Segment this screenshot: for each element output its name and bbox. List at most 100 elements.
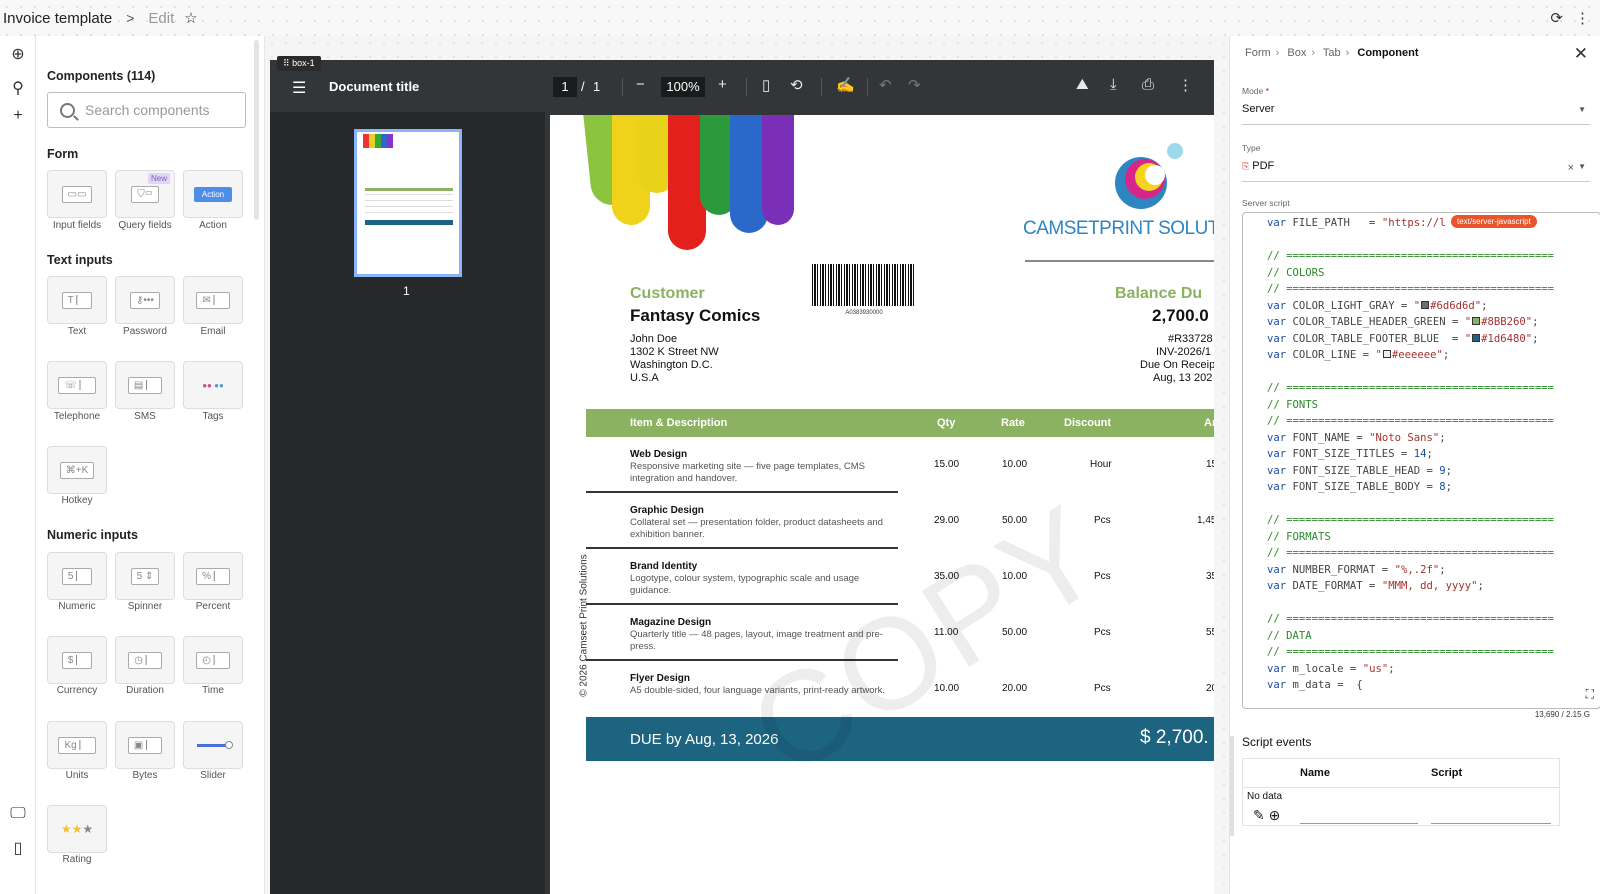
tile-units[interactable]: Kg ⎸ [47,721,107,769]
favorite-star-icon[interactable]: ☆ [184,9,197,27]
undo-icon[interactable]: ↶ [879,76,892,94]
code-token: 8 [1439,481,1446,493]
copyright-vertical: © 2026 Camseet Print Solutions [578,554,590,697]
table-header: Item & Description Qty Rate Discount Amo [586,409,1214,437]
name-input-line[interactable] [1300,823,1418,824]
plus-icon[interactable]: + [8,106,28,126]
balance-value: 2,700.0 [1152,306,1209,325]
item-desc: Responsive marketing site — five page te… [630,461,865,484]
code-token: FONT_SIZE_TABLE_HEAD = [1286,464,1440,477]
panel-scrollbar[interactable] [1230,736,1234,836]
fullscreen-icon[interactable]: ⛶ [1586,687,1594,702]
annotate-icon[interactable]: ✍ [836,76,855,94]
redo-icon[interactable]: ↷ [908,76,921,94]
thumbnail-pane: 1 [270,112,545,894]
search-placeholder: Search components [85,102,210,118]
desktop-icon[interactable]: 🖵 [8,804,28,824]
search-icon [60,102,75,118]
mode-value: Server [1242,103,1275,115]
item-discount: Hour [1090,459,1112,470]
search-icon[interactable]: ⚲ [8,78,28,98]
more-vertical-icon[interactable]: ⋮ [1575,9,1590,27]
code-comment: // =====================================… [1267,250,1555,262]
box-tag[interactable]: ⠿ box-1 [277,56,321,71]
tile-sms[interactable]: ▤ ⎸ [115,361,175,409]
close-icon[interactable]: ✕ [1574,44,1588,64]
item-desc: Collateral set — presentation folder, pr… [630,517,883,540]
tile-slider[interactable] [183,721,243,769]
address-line: John Doe [630,333,678,345]
type-select[interactable]: ⎘ PDF × ▼ [1242,160,1590,182]
zoom-out-icon[interactable]: − [636,76,645,93]
email-icon: ✉ ⎸ [196,291,230,309]
download-icon[interactable]: ⤓ [1110,76,1117,93]
search-components-input[interactable]: Search components [47,92,246,128]
code-token: m_locale = [1286,662,1363,675]
page-slash: / [581,79,585,94]
slider-icon [197,740,233,749]
tile-rating[interactable]: ★★★ [47,805,107,853]
tile-duration[interactable]: ◷ ⎸ [115,636,175,684]
code-token: "https://l [1381,217,1446,229]
add-circle-icon[interactable]: ⊕ [1269,807,1281,823]
tile-spinner[interactable]: 5 ⇕ [115,552,175,600]
tile-bytes[interactable]: ▣ ⎸ [115,721,175,769]
fit-page-icon[interactable]: ▯ [762,76,770,94]
input-fields-icon: ▭▭ [61,185,93,203]
mobile-icon[interactable]: ▯ [8,838,28,858]
no-data-text: No data [1247,791,1283,802]
sync-icon[interactable]: ⟳ [1550,9,1563,27]
color-swatch [1382,350,1391,358]
script-input-line[interactable] [1431,823,1551,824]
toolbar-divider [821,78,822,96]
tile-email[interactable]: ✉ ⎸ [183,276,243,324]
more-vertical-icon[interactable]: ⋮ [1178,76,1193,94]
tile-text[interactable]: T ⎸ [47,276,107,324]
tile-password[interactable]: ⚷••• [115,276,175,324]
col-name: Name [1300,767,1330,779]
thumb-rows [365,194,453,218]
address-line: U.S.A [630,372,659,384]
invoice-page: CAMSETPRINT SOLUTI A0383930000 Customer … [550,115,1214,894]
invoice-date: Aug, 13 202 [1153,372,1213,384]
add-circle-icon[interactable]: ⊕ [8,44,28,64]
tile-numeric[interactable]: 5 ⎸ [47,552,107,600]
company-logo-icon [1115,143,1183,209]
pencil-icon[interactable]: ✎ [1253,807,1265,823]
tile-label: Tags [202,411,224,422]
col-discount: Discount [1064,417,1112,429]
toolbar-divider [622,78,623,96]
tile-percent[interactable]: % ⎸ [183,552,243,600]
breadcrumb-edit[interactable]: Edit [148,10,174,27]
rotate-icon[interactable]: ⟲ [790,76,803,94]
crumb-tab[interactable]: Tab [1323,47,1341,59]
tile-telephone[interactable]: ☏ ⎸ [47,361,107,409]
tile-time[interactable]: ◴ ⎸ [183,636,243,684]
components-scrollbar[interactable] [254,40,259,220]
clear-icon[interactable]: × [1568,162,1574,174]
hamburger-menu-icon[interactable]: ☰ [292,78,306,98]
tile-input-fields[interactable]: ▭▭ [47,170,107,218]
page-thumbnail[interactable] [354,129,462,277]
crumb-form[interactable]: Form [1245,47,1271,59]
server-script-editor[interactable]: text/server-javascript var FILE_PATH = "… [1242,212,1600,709]
telephone-icon: ☏ ⎸ [58,376,96,394]
tile-hotkey[interactable]: ⌘+K [47,446,107,494]
drive-upload-icon[interactable]: ⛰ [1076,76,1089,93]
zoom-level-input[interactable]: 100% [661,77,705,97]
page-number-input[interactable]: 1 [553,77,577,97]
breadcrumb-title[interactable]: Invoice template [3,10,112,27]
tile-currency[interactable]: $ ⎸ [47,636,107,684]
tile-label: Hotkey [61,495,93,506]
color-swatch [1472,317,1481,325]
crumb-box[interactable]: Box [1287,47,1306,59]
mode-select[interactable]: Server ▼ [1242,103,1590,125]
print-icon[interactable]: ⎙ [1142,76,1154,93]
code-token: var [1267,431,1287,444]
tile-query-fields[interactable]: ⛉▭ New [115,170,175,218]
item-amount: 20 [1206,683,1214,694]
tile-tags[interactable]: ●● ●● [183,361,243,409]
zoom-in-icon[interactable]: + [718,76,727,93]
tile-action[interactable]: Action [183,170,243,218]
customer-name: Fantasy Comics [630,306,761,325]
